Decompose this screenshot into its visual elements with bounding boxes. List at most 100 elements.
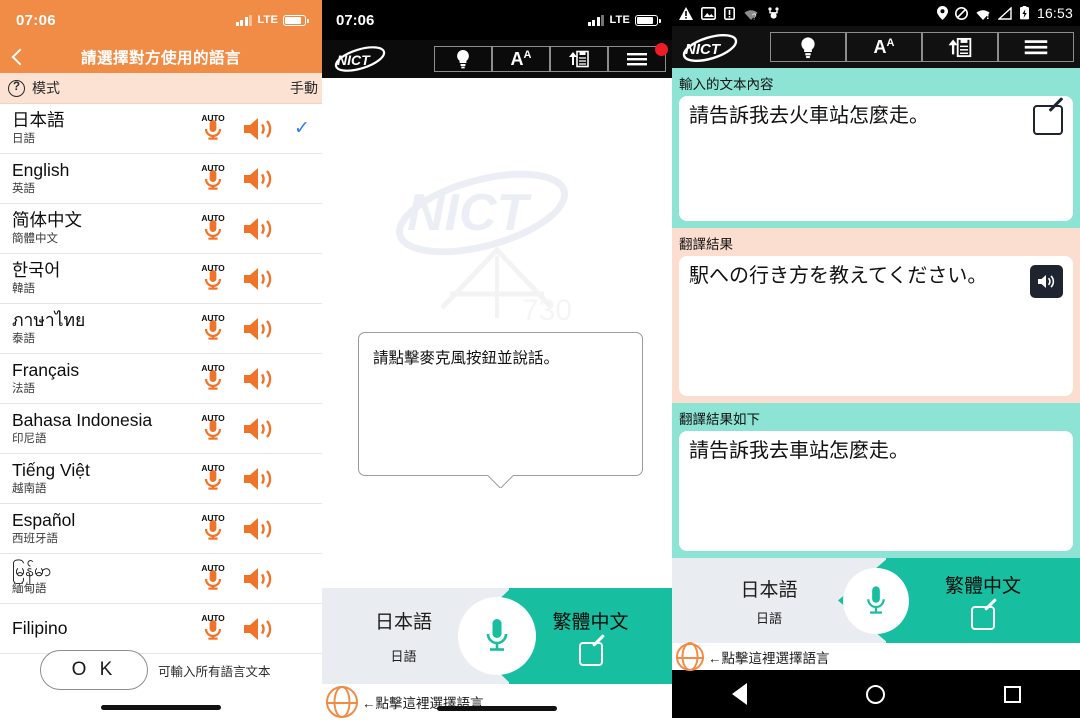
section-label: 輸入的文本內容 bbox=[679, 77, 774, 92]
auto-label: AUTO bbox=[201, 562, 225, 573]
language-row[interactable]: English英語 AUTO ✓ bbox=[0, 154, 322, 204]
auto-label: AUTO bbox=[201, 412, 225, 423]
language-row[interactable]: 简体中文簡體中文 AUTO ✓ bbox=[0, 204, 322, 254]
auto-microphone-icon[interactable]: AUTO bbox=[200, 213, 226, 244]
language-names: Español 西班牙語 bbox=[12, 510, 75, 546]
speaker-icon[interactable] bbox=[242, 616, 276, 642]
language-names: Français 法語 bbox=[12, 360, 79, 396]
auto-label: AUTO bbox=[201, 612, 225, 623]
auto-microphone-icon[interactable]: AUTO bbox=[200, 412, 226, 444]
speaker-icon[interactable] bbox=[242, 466, 276, 492]
language-hint-bar: ←點擊這裡選擇語言 bbox=[672, 642, 1080, 671]
language-row[interactable]: 한국어韓語 AUTO ✓ bbox=[0, 254, 322, 304]
language-row[interactable]: မြန်မာ緬甸語 AUTO ✓ bbox=[0, 554, 322, 604]
share-document-icon-button[interactable] bbox=[922, 32, 998, 62]
language-native: မြန်မာ bbox=[12, 560, 52, 581]
target-language-button[interactable]: 繁體中文 bbox=[838, 558, 1080, 643]
mode-row[interactable]: ? 模式 手動 bbox=[0, 73, 322, 104]
hamburger-menu-icon-button[interactable] bbox=[608, 43, 668, 72]
edit-pencil-icon[interactable] bbox=[1033, 105, 1063, 135]
lightbulb-icon-button[interactable] bbox=[434, 46, 492, 72]
language-row[interactable]: Filipino AUTO ✓ bbox=[0, 604, 322, 654]
auto-microphone-icon[interactable]: AUTO bbox=[200, 562, 226, 594]
language-hint-text: ←點擊這裡選擇語言 bbox=[708, 650, 830, 666]
speaker-icon[interactable] bbox=[242, 266, 276, 292]
translation-result-box[interactable]: 駅への行き方を教えてください。 bbox=[679, 256, 1073, 396]
back-translation-box[interactable]: 請告訴我去車站怎麼走。 bbox=[679, 431, 1073, 551]
microphone-icon bbox=[486, 619, 508, 651]
language-row[interactable]: Bahasa Indonesia印尼語 AUTO ✓ bbox=[0, 404, 322, 454]
section-back-translation: 翻譯結果如下 請告訴我去車站怎麼走。 bbox=[672, 403, 1080, 558]
globe-icon[interactable] bbox=[675, 642, 705, 671]
language-names: English 英語 bbox=[12, 160, 69, 196]
speaker-icon-button[interactable] bbox=[1030, 265, 1063, 298]
speaker-icon[interactable] bbox=[242, 366, 276, 392]
section-label: 翻譯結果 bbox=[679, 237, 733, 252]
ok-button[interactable]: O K bbox=[40, 650, 148, 690]
auto-microphone-icon[interactable]: AUTO bbox=[200, 313, 226, 344]
language-row[interactable]: Français法語 AUTO ✓ bbox=[0, 354, 322, 404]
auto-label: AUTO bbox=[201, 112, 225, 123]
language-native: ภาษาไทย bbox=[12, 310, 86, 331]
language-row[interactable]: 日本語 日語 AUTO ✓ bbox=[0, 104, 322, 154]
speaker-icon[interactable] bbox=[242, 316, 276, 342]
app-toolbar: NICT AA bbox=[322, 40, 672, 78]
battery-charging-icon bbox=[1019, 6, 1029, 20]
ios-home-indicator bbox=[437, 706, 557, 711]
language-row[interactable]: Español西班牙語 AUTO ✓ bbox=[0, 504, 322, 554]
selected-check-icon: ✓ bbox=[292, 619, 312, 638]
microphone-button[interactable] bbox=[843, 567, 909, 634]
auto-microphone-icon[interactable]: AUTO bbox=[200, 612, 226, 644]
status-left-icons: ? bbox=[679, 6, 780, 20]
chevron-left-icon[interactable] bbox=[10, 49, 26, 65]
auto-label: AUTO bbox=[201, 362, 225, 373]
edit-pencil-icon[interactable] bbox=[971, 606, 995, 630]
auto-microphone-icon[interactable]: AUTO bbox=[200, 112, 226, 144]
auto-microphone-icon[interactable]: AUTO bbox=[200, 513, 226, 544]
language-row-icons: AUTO ✓ bbox=[200, 112, 316, 144]
android-status-bar: ? 16:53 bbox=[672, 0, 1080, 26]
edit-pencil-icon[interactable] bbox=[578, 641, 603, 666]
auto-microphone-icon[interactable]: AUTO bbox=[200, 362, 226, 394]
speaker-icon[interactable] bbox=[242, 516, 276, 542]
speaker-icon[interactable] bbox=[242, 566, 276, 592]
font-size-icon-button[interactable]: AA bbox=[492, 46, 550, 72]
language-sub: 緬甸語 bbox=[12, 582, 47, 595]
warning-icon bbox=[679, 6, 693, 20]
auto-microphone-icon[interactable]: AUTO bbox=[200, 263, 226, 294]
recents-square-icon[interactable] bbox=[1003, 685, 1021, 703]
language-native: English bbox=[12, 160, 70, 181]
do-not-disturb-icon bbox=[954, 6, 968, 20]
font-size-icon: AA bbox=[510, 49, 532, 69]
status-right-group: LTE bbox=[587, 14, 661, 26]
auto-microphone-icon[interactable]: AUTO bbox=[200, 163, 226, 194]
language-row[interactable]: Tiếng Việt越南語 AUTO ✓ bbox=[0, 454, 322, 504]
lightbulb-icon-button[interactable] bbox=[770, 32, 846, 62]
share-document-icon-button[interactable] bbox=[550, 46, 608, 72]
auto-microphone-icon[interactable]: AUTO bbox=[200, 463, 226, 494]
language-row-icons: AUTO ✓ bbox=[200, 412, 316, 444]
font-size-icon-button[interactable]: AA bbox=[846, 32, 922, 62]
back-triangle-icon[interactable] bbox=[731, 683, 747, 705]
microphone-button[interactable] bbox=[458, 597, 536, 675]
home-circle-icon[interactable] bbox=[865, 684, 885, 704]
status-right-group: LTE bbox=[235, 14, 309, 26]
speaker-icon[interactable] bbox=[242, 416, 276, 442]
speaker-icon[interactable] bbox=[242, 166, 276, 192]
nict-watermark: NICT 730 bbox=[372, 168, 622, 333]
speaker-icon[interactable] bbox=[242, 216, 276, 242]
section-input-text: 輸入的文本內容 請告訴我去火車站怎麼走。 bbox=[672, 68, 1080, 228]
language-row[interactable]: ภาษาไทย泰語 AUTO ✓ bbox=[0, 304, 322, 354]
question-mark-icon[interactable]: ? bbox=[8, 79, 25, 97]
font-size-icon: AA bbox=[873, 37, 895, 57]
panel-voicetra-android: ? 16:53 NICT AA 輸入的文本內容 請告訴我去火車站怎麼走。 翻譯結… bbox=[672, 0, 1080, 720]
mode-value[interactable]: 手動 bbox=[290, 78, 318, 98]
ios-status-bar-2: 07:06 LTE bbox=[322, 0, 672, 40]
speaker-icon[interactable] bbox=[242, 116, 276, 142]
hamburger-menu-icon-button[interactable] bbox=[998, 32, 1074, 62]
language-row-icons: AUTO ✓ bbox=[200, 463, 316, 494]
language-list[interactable]: 日本語日語AUTO✓English英語AUTO✓简体中文簡體中文AUTO✓한국어… bbox=[0, 104, 322, 654]
input-text-box[interactable]: 請告訴我去火車站怎麼走。 bbox=[679, 96, 1073, 221]
globe-icon[interactable] bbox=[325, 686, 359, 718]
three-panel-screenshot: 07:06 LTE 請選擇對方使用的語言 ? 模式 手動 日本語 日語 AUTO ✓ E… bbox=[0, 0, 1080, 720]
